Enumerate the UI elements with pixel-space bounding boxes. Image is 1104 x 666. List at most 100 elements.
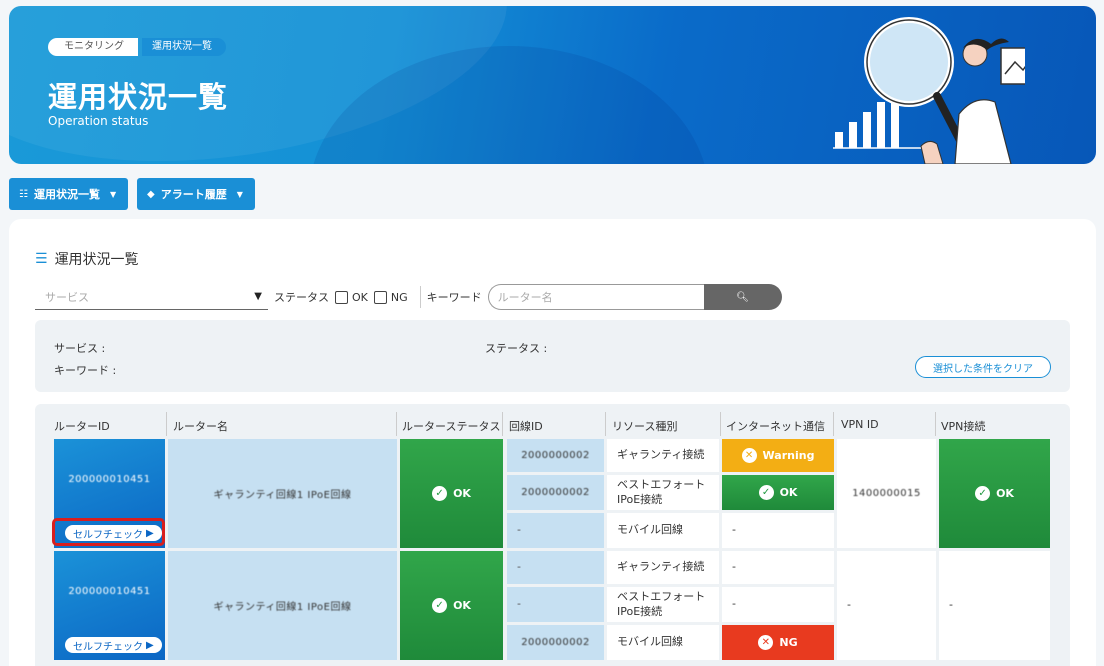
internet-status-cell: ✕ Warning [722, 439, 834, 472]
ok-checkbox-box[interactable] [335, 290, 348, 304]
vpn-id-cell: - [837, 551, 936, 660]
resource-type-cell: モバイル回線 [607, 513, 719, 548]
section-title-text: 運用状況一覧 [54, 252, 139, 268]
keyword-input[interactable]: ルーター名 [487, 284, 704, 310]
status-ok: ✓ OK [432, 598, 471, 613]
keyword-label: キーワード [426, 291, 482, 304]
caret-down-icon: ▼ [109, 189, 117, 199]
resource-type-cell: ベストエフォート IPoE接続 [607, 475, 719, 510]
search-icon: 🔍︎ [736, 291, 749, 303]
header-banner: モニタリング 運用状況一覧 運用状況一覧 Operation status [9, 6, 1096, 164]
status-ng: ✕ NG [758, 635, 798, 650]
list-icon: ☷ [19, 188, 28, 200]
column-divider [502, 412, 503, 436]
router-status-cell: ✓ OK [400, 439, 503, 548]
status-ok: ✓ OK [432, 486, 471, 501]
status-list-menu-label: 運用状況一覧 [33, 188, 100, 201]
column-header: リソース種別 [612, 420, 678, 433]
column-divider [605, 412, 606, 436]
search-button[interactable]: 🔍︎ [703, 284, 782, 310]
status-filter-label: ステータス [274, 291, 329, 304]
caret-down-icon: ▼ [236, 189, 243, 199]
check-icon: ✓ [975, 486, 991, 501]
condition-service: サービス : [54, 342, 106, 355]
internet-status-cell: ✓ OK [722, 475, 834, 510]
router-name: ギャランティ回線1 IPoE回線 [213, 490, 352, 501]
ng-checkbox-box[interactable] [373, 290, 387, 304]
column-divider [720, 412, 721, 436]
router-id: 200000010451 [68, 585, 151, 597]
column-header: ルーター名 [173, 420, 228, 433]
highlight-box [52, 518, 165, 546]
router-id-cell[interactable]: 200000010451 セルフチェック ▶ [54, 551, 165, 660]
router-id: 200000010451 [68, 473, 151, 485]
router-name-cell: ギャランティ回線1 IPoE回線 [168, 551, 397, 660]
condition-keyword: キーワード : [54, 364, 117, 377]
column-header: ルーターID [54, 420, 110, 433]
vpn-status-cell: - [939, 551, 1050, 660]
router-name: ギャランティ回線1 IPoE回線 [213, 602, 352, 613]
line-id-cell: 2000000002 [507, 625, 604, 660]
alert-history-menu-button[interactable]: ◆ アラート履歴 ▼ [137, 178, 255, 210]
line-id: - [517, 523, 521, 537]
column-header: VPN接続 [941, 420, 986, 433]
resource-type-cell: ギャランティ接続 [607, 551, 719, 584]
ng-checkbox-label: NG [390, 290, 408, 304]
check-icon: ✓ [758, 485, 774, 500]
internet-status-cell: - [722, 513, 834, 548]
close-circle-icon: ✕ [758, 635, 774, 650]
status-list-menu-button[interactable]: ☷ 運用状況一覧 ▼ [9, 178, 128, 210]
line-id-cell: - [507, 551, 604, 584]
column-header: インターネット通信 [726, 420, 825, 433]
breadcrumb-current: 運用状況一覧 [142, 38, 226, 56]
line-id-cell: 2000000002 [507, 439, 604, 472]
line-id: 2000000002 [521, 637, 590, 648]
resource-type-cell: モバイル回線 [607, 625, 719, 660]
alert-history-menu-label: アラート履歴 [160, 188, 227, 201]
ng-checkbox[interactable]: NG [373, 290, 408, 304]
self-check-label: セルフチェック [73, 641, 143, 653]
resource-type-cell: ギャランティ接続 [607, 439, 719, 472]
column-divider [396, 412, 397, 436]
column-divider [935, 412, 936, 436]
condition-status: ステータス : [485, 342, 548, 355]
page-subtitle: Operation status [48, 114, 149, 128]
column-header: 回線ID [509, 420, 543, 433]
status-ok: ✓ OK [758, 485, 797, 500]
service-select[interactable]: サービス ▼ [35, 284, 268, 310]
column-header: ルーターステータス [402, 420, 501, 433]
play-icon: ▶ [146, 639, 154, 651]
section-title: ☰ 運用状況一覧 [35, 249, 139, 269]
column-divider [166, 412, 167, 436]
column-header: VPN ID [841, 418, 879, 431]
main-card: ☰ 運用状況一覧 サービス ▼ ステータス OK NG キーワード ルーター名 … [9, 219, 1096, 666]
line-id: 2000000002 [521, 450, 590, 461]
clear-conditions-button[interactable]: 選択した条件をクリア [915, 356, 1051, 378]
resource-type-cell: ベストエフォート IPoE接続 [607, 587, 719, 622]
router-status-cell: ✓ OK [400, 551, 503, 660]
breadcrumb: モニタリング 運用状況一覧 [48, 38, 226, 56]
column-divider [833, 412, 834, 436]
filter-bar: サービス ▼ ステータス OK NG キーワード ルーター名 🔍︎ [35, 283, 782, 311]
status-warning: ✕ Warning [741, 448, 814, 463]
dropdown-arrow-icon: ▼ [254, 291, 262, 302]
alert-diamond-icon: ◆ [147, 188, 155, 200]
router-name-cell: ギャランティ回線1 IPoE回線 [168, 439, 397, 548]
vpn-status-cell: ✓ OK [939, 439, 1050, 548]
status-ok: ✓ OK [975, 486, 1014, 501]
internet-status-cell: ✕ NG [722, 625, 834, 660]
internet-status-cell: - [722, 587, 834, 622]
self-check-button[interactable]: セルフチェック ▶ [65, 637, 162, 653]
line-id-cell: 2000000002 [507, 475, 604, 510]
selected-conditions-panel: サービス : ステータス : キーワード : 選択した条件をクリア [35, 320, 1070, 392]
close-circle-icon: ✕ [741, 448, 757, 463]
line-id-cell: - [507, 587, 604, 622]
breadcrumb-monitoring[interactable]: モニタリング [48, 38, 138, 56]
list-icon: ☰ [35, 251, 48, 267]
keyword-search: ルーター名 🔍︎ [487, 284, 782, 310]
ok-checkbox-label: OK [352, 290, 368, 304]
divider [419, 286, 421, 308]
ok-checkbox[interactable]: OK [335, 290, 368, 304]
internet-status-cell: - [722, 551, 834, 584]
service-select-placeholder: サービス [45, 290, 89, 304]
